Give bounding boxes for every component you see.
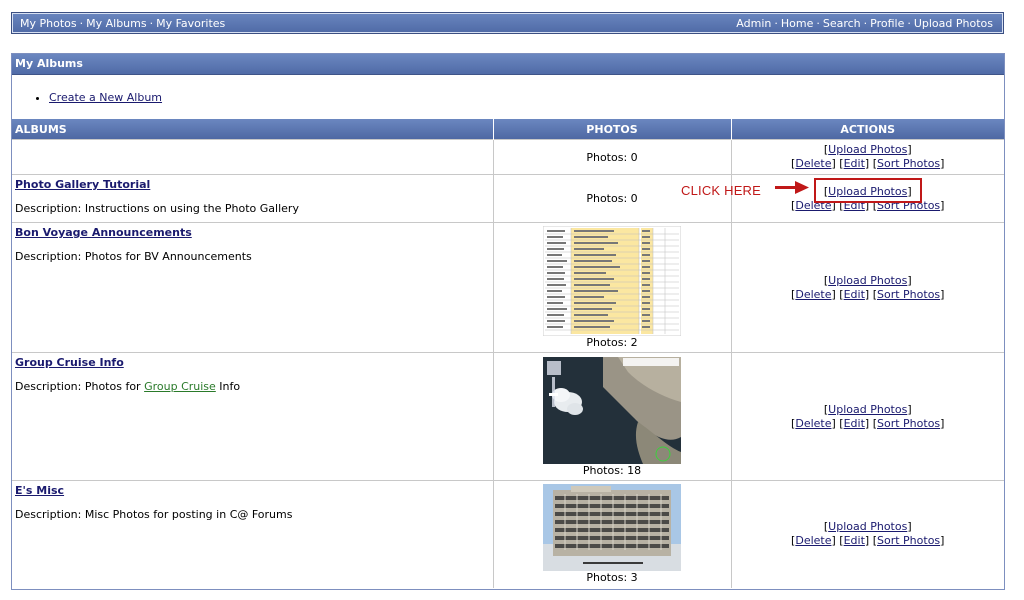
album-title-link[interactable]: Group Cruise Info <box>15 356 124 369</box>
edit-link[interactable]: Edit <box>844 417 865 430</box>
actions-cell: [Upload Photos] [Delete] [Edit] [Sort Ph… <box>731 139 1004 175</box>
top-nav-left: My Photos · My Albums · My Favorites <box>20 17 225 30</box>
header-albums: ALBUMS <box>12 119 494 140</box>
album-description: Description: Photos for BV Announcements <box>15 250 252 263</box>
upload-photos-link[interactable]: Upload Photos <box>828 274 907 287</box>
nav-separator: · <box>907 17 911 30</box>
actions-cell: [Upload Photos] [Delete] [Edit] [Sort Ph… <box>731 352 1004 481</box>
edit-link[interactable]: Edit <box>844 157 865 170</box>
table-row: Group Cruise Info Description: Photos fo… <box>12 352 1004 481</box>
nav-my-photos[interactable]: My Photos <box>20 17 77 30</box>
album-cell: Photo Gallery Tutorial Description: Inst… <box>12 174 494 223</box>
album-title-link[interactable]: Bon Voyage Announcements <box>15 226 192 239</box>
create-area: Create a New Album <box>12 75 1004 119</box>
sort-photos-link[interactable]: Sort Photos <box>877 417 940 430</box>
album-cell: Group Cruise Info Description: Photos fo… <box>12 352 494 481</box>
table-header-row: ALBUMS PHOTOS ACTIONS <box>12 119 1004 140</box>
nav-my-albums[interactable]: My Albums <box>86 17 146 30</box>
nav-separator: · <box>149 17 154 30</box>
album-cell: E's Misc Description: Misc Photos for po… <box>12 480 494 588</box>
album-description: Description: Instructions on using the P… <box>15 202 299 215</box>
top-nav-right: Admin · Home · Search · Profile · Upload Photos <box>736 17 993 30</box>
highlight-box <box>814 178 922 203</box>
nav-home[interactable]: Home <box>781 17 813 30</box>
delete-link[interactable]: Delete <box>795 417 831 430</box>
album-description: Description: Misc Photos for posting in … <box>15 508 293 521</box>
photos-count: Photos: 3 <box>586 571 638 585</box>
create-list-item: Create a New Album <box>49 91 162 104</box>
table-row: Photos: 0 [Upload Photos] [Delete] [Edit… <box>12 139 1004 175</box>
upload-photos-link[interactable]: Upload Photos <box>828 143 907 156</box>
nav-my-favorites[interactable]: My Favorites <box>156 17 225 30</box>
nav-separator: · <box>774 17 778 30</box>
nav-search[interactable]: Search <box>823 17 861 30</box>
album-cell <box>12 139 494 175</box>
header-photos: PHOTOS <box>493 119 732 140</box>
description-text: Info <box>215 380 241 393</box>
album-cell: Bon Voyage Announcements Description: Ph… <box>12 222 494 353</box>
actions-cell: [Upload Photos] [Delete] [Edit] [Sort Ph… <box>731 222 1004 353</box>
edit-link[interactable]: Edit <box>844 288 865 301</box>
nav-profile[interactable]: Profile <box>870 17 904 30</box>
nav-admin[interactable]: Admin <box>736 17 771 30</box>
photos-cell: Photos: 18 <box>493 352 732 481</box>
sort-photos-link[interactable]: Sort Photos <box>877 157 940 170</box>
table-row: E's Misc Description: Misc Photos for po… <box>12 480 1004 588</box>
click-here-annotation: CLICK HERE <box>681 183 762 198</box>
delete-link[interactable]: Delete <box>795 157 831 170</box>
delete-link[interactable]: Delete <box>795 534 831 547</box>
actions-cell: [Upload Photos] [Delete] [Edit] [Sort Ph… <box>731 480 1004 588</box>
photos-count: Photos: 2 <box>586 336 638 349</box>
create-new-album-link[interactable]: Create a New Album <box>49 91 162 104</box>
red-arrow-icon <box>775 181 809 194</box>
delete-link[interactable]: Delete <box>795 288 831 301</box>
album-description: Description: Photos for Group Cruise Inf… <box>15 380 490 393</box>
nav-separator: · <box>816 17 820 30</box>
panel-title: My Albums <box>12 54 1004 75</box>
album-title-link[interactable]: E's Misc <box>15 484 64 497</box>
satellite-map-thumbnail[interactable] <box>543 356 681 464</box>
photos-cell: Photos: 3 <box>493 480 732 588</box>
my-albums-panel: My Albums Create a New Album ALBUMS PHOT… <box>11 53 1005 590</box>
photos-cell: Photos: 2 <box>493 222 732 353</box>
top-nav-bar: My Photos · My Albums · My Favorites Admin · H… <box>11 12 1004 34</box>
photos-count: Photos: 0 <box>493 139 732 175</box>
upload-photos-link[interactable]: Upload Photos <box>828 520 907 533</box>
sort-photos-link[interactable]: Sort Photos <box>877 288 940 301</box>
nav-upload-photos[interactable]: Upload Photos <box>914 17 993 30</box>
create-list: Create a New Album <box>34 91 162 104</box>
album-title-link[interactable]: Photo Gallery Tutorial <box>15 178 150 191</box>
sort-photos-link[interactable]: Sort Photos <box>877 534 940 547</box>
spreadsheet-thumbnail[interactable] <box>543 226 681 336</box>
description-text: Description: Photos for <box>15 380 145 393</box>
nav-separator: · <box>863 17 868 30</box>
table-row: Bon Voyage Announcements Description: Ph… <box>12 222 1004 353</box>
hotel-building-thumbnail[interactable] <box>543 484 681 572</box>
photos-count: Photos: 18 <box>582 463 642 477</box>
group-cruise-link[interactable]: Group Cruise <box>144 380 216 393</box>
header-actions: ACTIONS <box>731 119 1004 140</box>
edit-link[interactable]: Edit <box>844 534 865 547</box>
nav-separator: · <box>79 17 84 30</box>
upload-photos-link[interactable]: Upload Photos <box>828 403 907 416</box>
photos-count: Photos: 0 <box>493 174 732 223</box>
